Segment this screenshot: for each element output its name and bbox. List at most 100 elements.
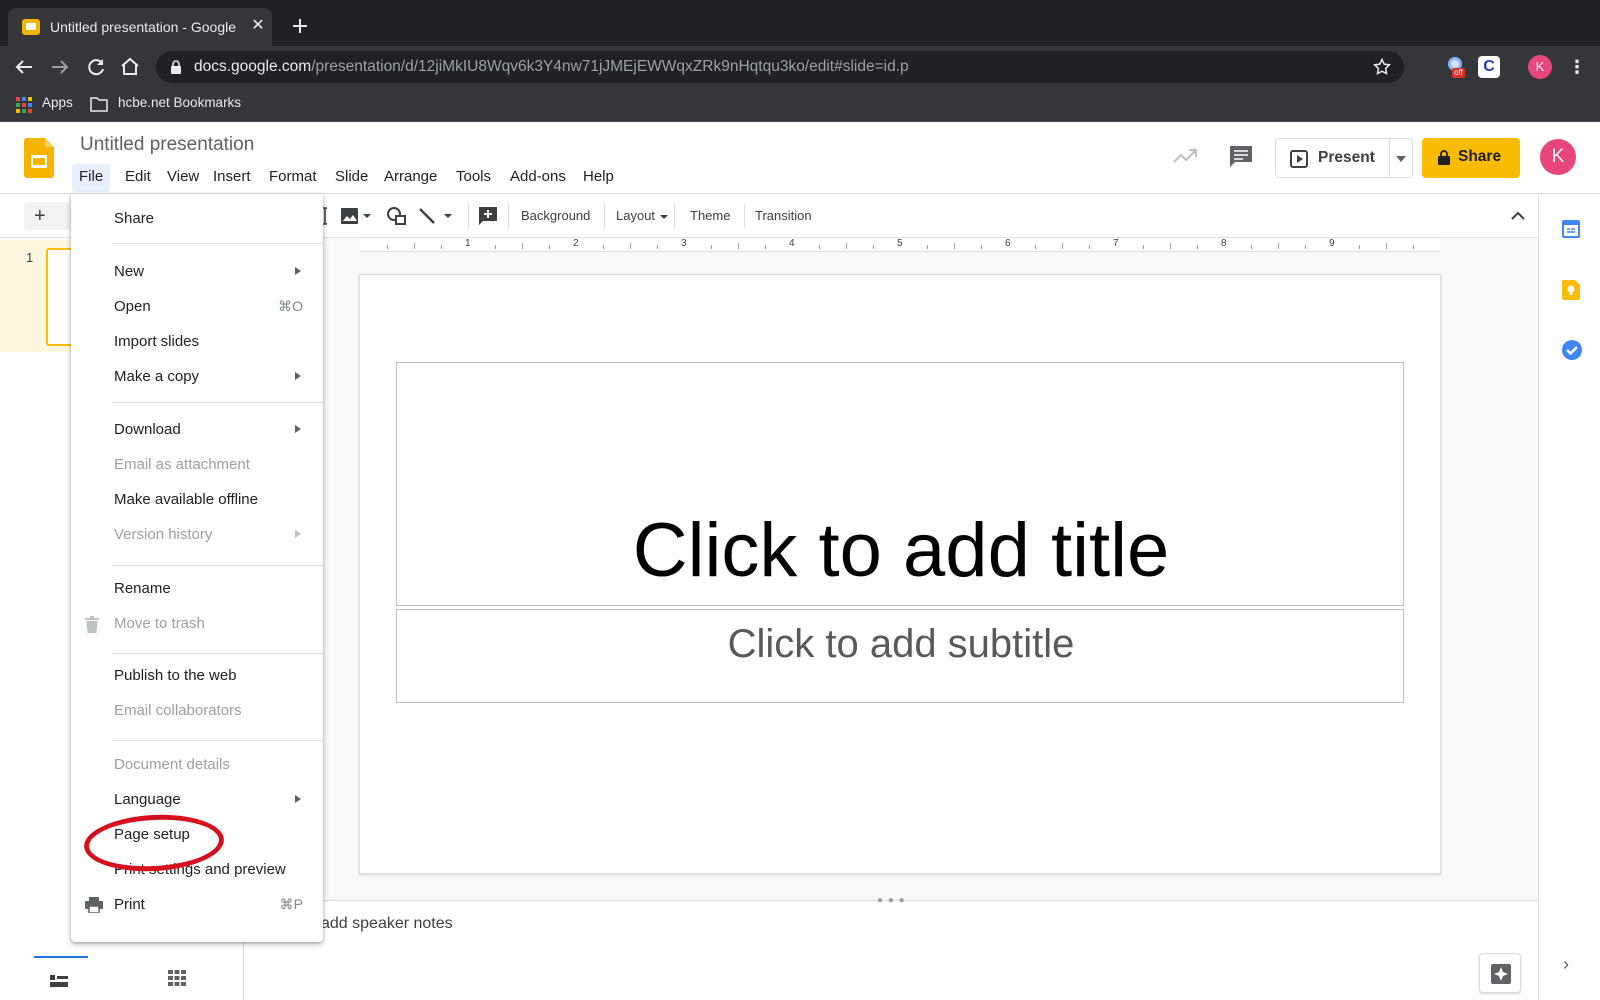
ruler-label: 9 (1329, 238, 1335, 249)
menu-view[interactable]: View (160, 164, 206, 192)
forward-icon[interactable] (48, 55, 72, 79)
menu-file[interactable]: File (72, 164, 111, 192)
ruler-tick (495, 245, 496, 249)
new-slide-button[interactable]: + (24, 202, 74, 230)
menu-item-label: Document details (114, 756, 230, 773)
expand-panel-icon[interactable]: › (1563, 954, 1569, 975)
title-placeholder[interactable]: Click to add title (396, 362, 1404, 606)
chevron-down-icon (1396, 156, 1406, 162)
ruler-tick (630, 243, 631, 249)
horizontal-ruler[interactable]: 1 2 3 4 5 6 7 8 9 (360, 238, 1440, 252)
layout-button[interactable]: Layout (616, 208, 655, 223)
reload-icon[interactable] (84, 55, 108, 79)
speaker-notes[interactable]: ● ● ● add speaker notes (245, 895, 1538, 1000)
apps-grid-icon[interactable] (16, 97, 32, 113)
calendar-icon[interactable] (1562, 220, 1580, 238)
add-comment-icon[interactable] (478, 206, 498, 226)
toolbar-separator (468, 204, 469, 228)
chrome-menu-icon[interactable]: ⋮ (1565, 55, 1589, 79)
present-dropdown[interactable] (1389, 138, 1413, 178)
file-menu-email-as-attachment[interactable]: Email as attachment (71, 450, 323, 482)
transition-button[interactable]: Transition (755, 208, 812, 223)
ruler-tick (549, 245, 550, 249)
menu-addons[interactable]: Add-ons (503, 164, 573, 192)
explore-button[interactable] (1479, 953, 1521, 993)
menu-insert[interactable]: Insert (206, 164, 258, 192)
plus-icon: + (34, 205, 46, 227)
file-menu-move-to-trash[interactable]: Move to trash (71, 609, 323, 641)
subtitle-placeholder[interactable]: Click to add subtitle (396, 609, 1404, 703)
ruler-label: 8 (1221, 238, 1227, 249)
bookmark-star-icon[interactable] (1372, 57, 1392, 77)
file-menu-print[interactable]: Print ⌘P (71, 890, 323, 922)
slides-header: Untitled presentation File Edit View Ins… (0, 122, 1600, 194)
bookmark-apps[interactable]: Apps (42, 95, 73, 110)
browser-tab[interactable]: Untitled presentation - Google S ✕ (8, 8, 272, 46)
menu-tools[interactable]: Tools (449, 164, 498, 192)
collapse-toolbar-icon[interactable] (1510, 208, 1526, 224)
ruler-tick (1359, 245, 1360, 249)
ruler-tick (603, 245, 604, 249)
file-menu-email-collaborators[interactable]: Email collaborators (71, 696, 323, 728)
back-icon[interactable] (12, 55, 36, 79)
shape-icon[interactable] (386, 206, 408, 226)
slide[interactable]: Click to add title Click to add subtitle (359, 274, 1441, 874)
present-button[interactable]: Present (1275, 138, 1389, 178)
file-menu-make-a-copy[interactable]: Make a copy (71, 362, 323, 394)
document-title[interactable]: Untitled presentation (80, 134, 254, 156)
file-menu-rename[interactable]: Rename (71, 574, 323, 606)
file-menu-open[interactable]: Open ⌘O (71, 292, 323, 324)
slide-number: 1 (26, 250, 34, 265)
user-avatar[interactable]: K (1540, 139, 1576, 175)
lock-icon[interactable] (170, 60, 182, 74)
file-menu-download[interactable]: Download (71, 415, 323, 447)
file-menu-document-details[interactable]: Document details (71, 750, 323, 782)
address-bar[interactable]: docs.google.com/presentation/d/12jiMkIU8… (156, 51, 1404, 83)
menu-help[interactable]: Help (576, 164, 621, 192)
menu-slide[interactable]: Slide (328, 164, 375, 192)
grid-view-icon[interactable] (168, 970, 186, 986)
menu-item-label: Make a copy (114, 368, 200, 385)
ruler-tick (711, 245, 712, 249)
text-box-icon[interactable] (322, 206, 332, 226)
tab-close-icon[interactable]: ✕ (248, 16, 268, 36)
file-menu-import-slides[interactable]: Import slides (71, 327, 323, 359)
bookmark-folder[interactable]: hcbe.net Bookmarks (118, 95, 241, 110)
chevron-down-icon (660, 215, 668, 219)
ruler-tick (387, 245, 388, 249)
home-icon[interactable] (118, 55, 142, 79)
keep-icon[interactable] (1562, 280, 1580, 300)
comment-icon[interactable] (1228, 144, 1254, 168)
extension-c-icon[interactable]: C (1478, 56, 1500, 78)
background-button[interactable]: Background (521, 208, 590, 223)
line-icon[interactable] (418, 206, 458, 226)
menu-format[interactable]: Format (262, 164, 324, 192)
activity-trend-icon[interactable] (1172, 146, 1198, 166)
theme-button[interactable]: Theme (690, 208, 730, 223)
ruler-tick (1251, 245, 1252, 249)
file-menu-version-history[interactable]: Version history (71, 520, 323, 552)
filmstrip-view-button[interactable] (34, 956, 88, 1000)
extension-off-badge: off (1452, 68, 1465, 78)
tasks-icon[interactable] (1562, 340, 1582, 360)
submenu-arrow-icon (295, 530, 301, 538)
subtitle-placeholder-text: Click to add subtitle (727, 622, 1075, 666)
menu-edit[interactable]: Edit (118, 164, 158, 192)
file-menu-share[interactable]: Share (71, 204, 323, 236)
menu-item-label: Import slides (114, 333, 200, 350)
file-menu-new[interactable]: New (71, 257, 323, 289)
file-menu-make-available-offline[interactable]: Make available offline (71, 485, 323, 517)
share-button[interactable]: Share (1422, 138, 1520, 178)
title-placeholder-text: Click to add title (632, 508, 1170, 593)
ruler-tick (414, 243, 415, 249)
slides-logo-icon[interactable] (24, 138, 54, 178)
menu-item-label: Email as attachment (114, 456, 250, 473)
ruler-tick (657, 245, 658, 249)
file-menu-language[interactable]: Language (71, 785, 323, 817)
menu-arrange[interactable]: Arrange (377, 164, 444, 192)
chrome-profile-avatar[interactable]: K (1528, 55, 1552, 79)
image-icon[interactable] (340, 206, 372, 226)
new-tab-icon[interactable] (288, 14, 312, 38)
notes-resize-handle[interactable]: ● ● ● (877, 895, 906, 906)
file-menu-publish-to-the-web[interactable]: Publish to the web (71, 661, 323, 693)
